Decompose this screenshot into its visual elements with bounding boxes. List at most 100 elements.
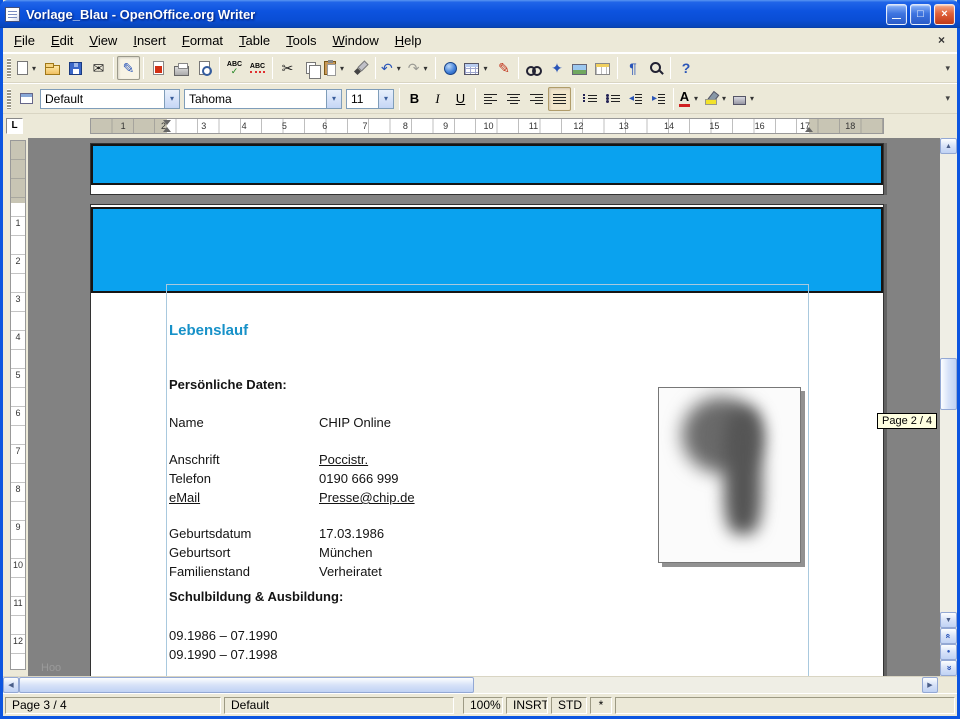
- photo-placeholder[interactable]: [658, 387, 801, 563]
- combo-dropdown-icon[interactable]: ▾: [164, 90, 179, 108]
- address-link[interactable]: Poccistr.: [319, 452, 368, 467]
- vertical-ruler[interactable]: 123456789101112: [10, 140, 26, 670]
- toolbar-grip[interactable]: [7, 89, 11, 109]
- menu-item[interactable]: Window: [324, 29, 386, 52]
- hyperlink-button[interactable]: [439, 56, 462, 80]
- toolbar-overflow-icon[interactable]: ▾: [941, 93, 954, 104]
- previous-page-bottom[interactable]: [90, 143, 884, 195]
- export-pdf-button[interactable]: [147, 56, 170, 80]
- menu-item[interactable]: View: [81, 29, 125, 52]
- previous-page-button[interactable]: «: [940, 628, 957, 644]
- menu-item[interactable]: Tools: [278, 29, 324, 52]
- menu-item[interactable]: Insert: [125, 29, 174, 52]
- page-preview-button[interactable]: [193, 56, 216, 80]
- help-button[interactable]: ?: [674, 56, 697, 80]
- next-page-button[interactable]: «: [940, 660, 957, 676]
- scroll-right-button[interactable]: ▶: [922, 677, 938, 693]
- align-left-button[interactable]: [479, 87, 502, 111]
- undo-dropdown-icon[interactable]: ▾: [394, 64, 404, 73]
- vertical-scroll-track[interactable]: [940, 154, 957, 612]
- bold-button[interactable]: B: [403, 87, 426, 111]
- redo-button[interactable]: ↷▾: [406, 56, 433, 80]
- maximize-button[interactable]: □: [910, 4, 931, 25]
- paste-dropdown-icon[interactable]: ▾: [337, 64, 347, 73]
- minimize-button[interactable]: —: [886, 4, 907, 25]
- scroll-left-button[interactable]: ◀: [3, 677, 19, 693]
- tab-stop-selector[interactable]: L: [6, 118, 23, 134]
- redo-dropdown-icon[interactable]: ▾: [420, 64, 430, 73]
- background-dropdown-icon[interactable]: ▾: [747, 94, 757, 103]
- numbering-button[interactable]: [578, 87, 601, 111]
- titlebar[interactable]: Vorlage_Blau - OpenOffice.org Writer — □…: [0, 0, 960, 28]
- email-button[interactable]: ✉: [87, 56, 110, 80]
- menu-item[interactable]: Edit: [43, 29, 81, 52]
- status-page-field[interactable]: Page 3 / 4: [5, 697, 221, 714]
- table-dropdown-icon[interactable]: ▾: [480, 64, 490, 73]
- scroll-down-button[interactable]: ▼: [940, 612, 957, 628]
- right-indent-marker[interactable]: [805, 127, 813, 132]
- highlighting-dropdown-icon[interactable]: ▾: [719, 94, 729, 103]
- decrease-indent-button[interactable]: ◂: [624, 87, 647, 111]
- document-close-button[interactable]: ×: [929, 33, 954, 47]
- undo-button[interactable]: ↶▾: [379, 56, 406, 80]
- horizontal-scroll-track[interactable]: [19, 677, 922, 693]
- edit-file-button[interactable]: ✎: [117, 56, 140, 80]
- menu-item[interactable]: File: [6, 29, 43, 52]
- horizontal-scrollbar[interactable]: ◀ ▶: [3, 676, 957, 693]
- zoom-button[interactable]: [644, 56, 667, 80]
- toolbar-overflow-icon[interactable]: ▾: [941, 63, 954, 74]
- cut-button[interactable]: ✂: [276, 56, 299, 80]
- insert-table-button[interactable]: ▾: [462, 56, 492, 80]
- gallery-button[interactable]: [568, 56, 591, 80]
- combo-dropdown-icon[interactable]: ▾: [326, 90, 341, 108]
- left-indent-marker[interactable]: [163, 127, 171, 132]
- menu-item[interactable]: Help: [387, 29, 430, 52]
- toolbar-grip[interactable]: [7, 58, 11, 78]
- align-center-button[interactable]: [502, 87, 525, 111]
- font-name-combo[interactable]: Tahoma ▾: [184, 89, 342, 109]
- copy-button[interactable]: [299, 56, 322, 80]
- menu-item[interactable]: Table: [231, 29, 278, 52]
- new-dropdown-icon[interactable]: ▾: [29, 64, 39, 73]
- horizontal-scroll-thumb[interactable]: [19, 677, 474, 693]
- status-zoom-field[interactable]: 100%: [463, 697, 503, 714]
- status-page-style-field[interactable]: Default: [224, 697, 454, 714]
- open-button[interactable]: [41, 56, 64, 80]
- scroll-up-button[interactable]: ▲: [940, 138, 957, 154]
- background-color-button[interactable]: ▾: [731, 87, 759, 111]
- spellcheck-button[interactable]: ABC✓: [223, 56, 246, 80]
- new-document-button[interactable]: ▾: [15, 56, 41, 80]
- align-justify-button[interactable]: [548, 87, 571, 111]
- data-sources-button[interactable]: [591, 56, 614, 80]
- status-selection-mode-field[interactable]: STD: [551, 697, 587, 714]
- font-color-button[interactable]: A▾: [677, 87, 703, 111]
- print-button[interactable]: [170, 56, 193, 80]
- combo-dropdown-icon[interactable]: ▾: [378, 90, 393, 108]
- menu-item[interactable]: Format: [174, 29, 231, 52]
- nonprinting-characters-button[interactable]: ¶: [621, 56, 644, 80]
- close-button[interactable]: ×: [934, 4, 955, 25]
- increase-indent-button[interactable]: ▸: [647, 87, 670, 111]
- save-button[interactable]: [64, 56, 87, 80]
- highlighting-button[interactable]: ▾: [703, 87, 731, 111]
- bullets-button[interactable]: [601, 87, 624, 111]
- document-page[interactable]: Lebenslauf Persönliche Daten: Name CHIP …: [90, 204, 884, 676]
- first-line-indent-marker[interactable]: [163, 120, 171, 125]
- navigator-button[interactable]: ✦: [545, 56, 568, 80]
- navigation-button[interactable]: ●: [940, 644, 957, 660]
- underline-button[interactable]: U: [449, 87, 472, 111]
- paragraph-style-combo[interactable]: Default ▾: [40, 89, 180, 109]
- vertical-scrollbar[interactable]: ▲ ▼ « ● «: [940, 138, 957, 676]
- font-size-combo[interactable]: 11 ▾: [346, 89, 394, 109]
- paste-button[interactable]: ▾: [322, 56, 349, 80]
- document-workspace[interactable]: Lebenslauf Persönliche Daten: Name CHIP …: [28, 138, 940, 676]
- autospellcheck-button[interactable]: ABC: [246, 56, 269, 80]
- status-insert-mode-field[interactable]: INSRT: [506, 697, 548, 714]
- align-right-button[interactable]: [525, 87, 548, 111]
- format-paintbrush-button[interactable]: [349, 56, 372, 80]
- draw-functions-button[interactable]: ✎: [492, 56, 515, 80]
- vertical-scroll-thumb[interactable]: [940, 358, 957, 410]
- italic-button[interactable]: I: [426, 87, 449, 111]
- horizontal-ruler[interactable]: 123456789101112131415161718: [90, 118, 884, 134]
- find-replace-button[interactable]: [522, 56, 545, 80]
